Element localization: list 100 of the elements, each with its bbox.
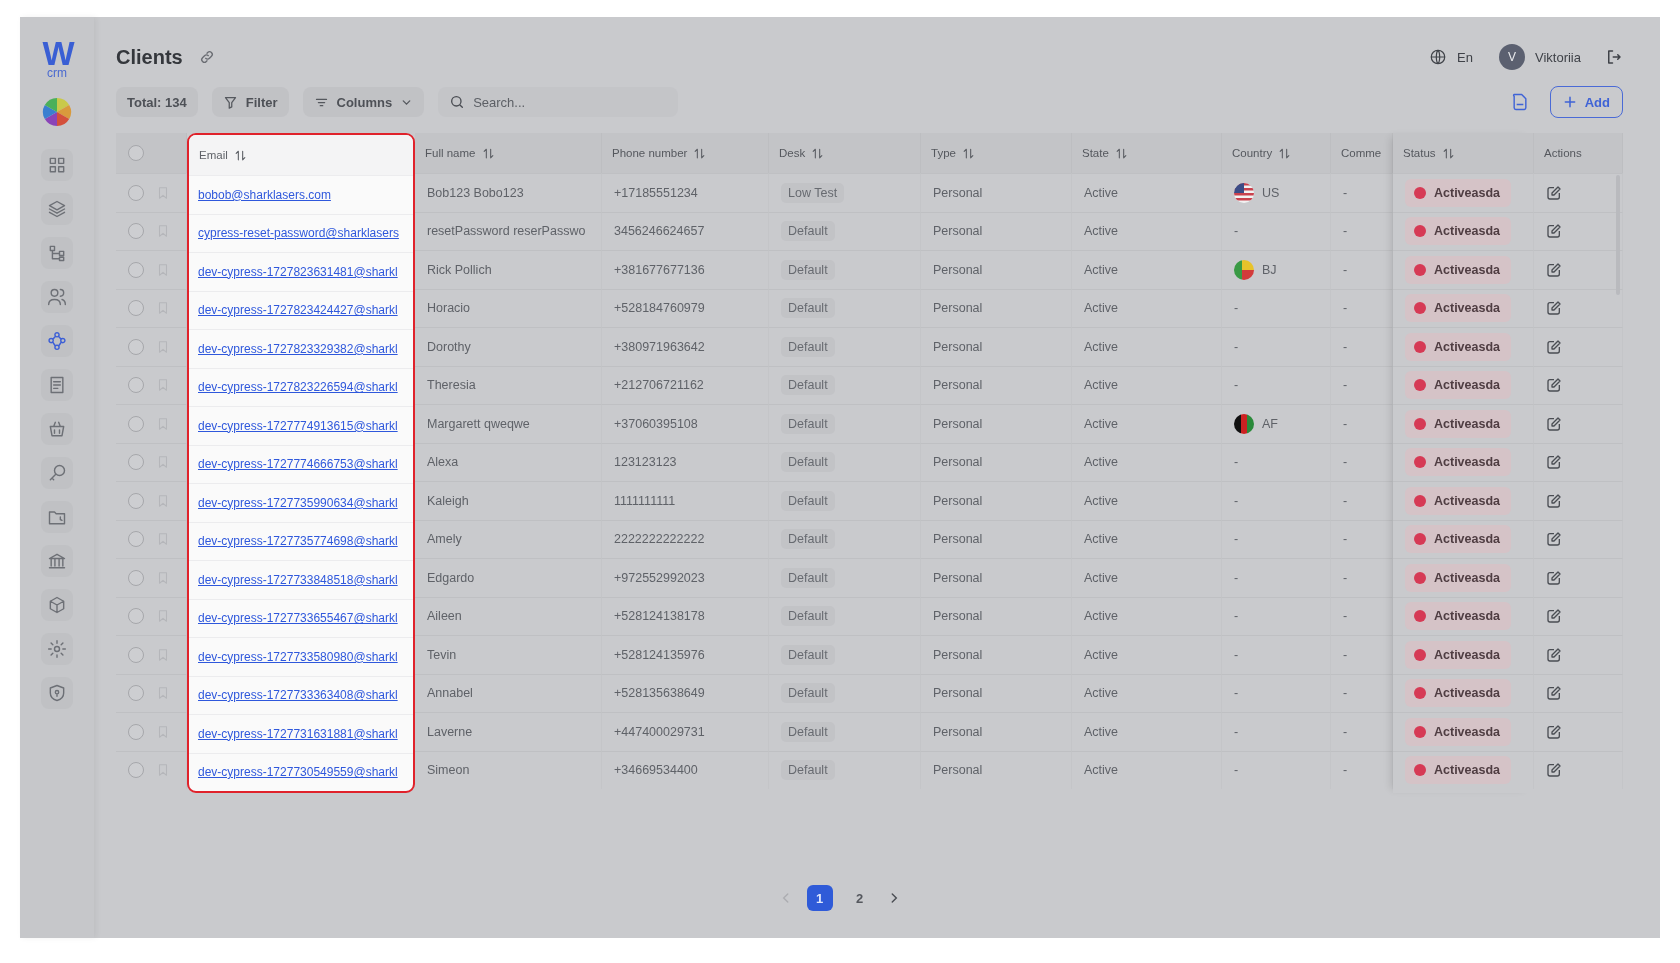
sort-icon[interactable] (481, 146, 495, 160)
edit-icon[interactable] (1546, 608, 1562, 625)
user-name[interactable]: Viktoriia (1535, 49, 1581, 65)
sidebar-item[interactable] (41, 325, 73, 357)
sidebar-item[interactable] (41, 369, 73, 401)
columns-dropdown[interactable]: Columns (302, 87, 425, 117)
sort-icon[interactable] (1441, 146, 1455, 160)
row-checkbox[interactable] (128, 608, 144, 625)
row-checkbox[interactable] (128, 377, 144, 394)
logout-icon[interactable] (1605, 48, 1623, 66)
filter-button[interactable]: Filter (211, 87, 289, 117)
sort-icon[interactable] (961, 146, 975, 160)
sidebar-item[interactable] (41, 281, 73, 313)
edit-icon[interactable] (1546, 569, 1562, 586)
email-link[interactable]: dev-cypress-1727733848518@sharkl (198, 572, 398, 587)
globe-icon[interactable] (1429, 48, 1448, 66)
column-header[interactable]: State (1072, 133, 1222, 173)
email-link[interactable]: dev-cypress-1727774913615@sharkl (198, 418, 398, 433)
row-checkbox[interactable] (128, 492, 144, 509)
email-link[interactable]: dev-cypress-1727823424427@sharkl (198, 303, 398, 318)
select-all-checkbox[interactable] (128, 145, 144, 161)
email-link[interactable]: dev-cypress-1727823631481@sharkl (198, 264, 398, 279)
link-icon[interactable] (198, 49, 215, 65)
email-link[interactable]: dev-cypress-1727735774698@sharkl (198, 534, 398, 549)
edit-icon[interactable] (1546, 377, 1562, 394)
row-checkbox[interactable] (128, 685, 144, 702)
sidebar-item[interactable] (41, 193, 73, 225)
email-link[interactable]: dev-cypress-1727823329382@sharkl (198, 341, 398, 356)
row-checkbox[interactable] (128, 184, 144, 201)
row-checkbox[interactable] (128, 762, 144, 779)
email-link[interactable]: dev-cypress-1727731631881@sharkl (198, 726, 398, 741)
sort-icon[interactable] (233, 148, 247, 162)
status-badge[interactable]: Activeasda (1405, 640, 1511, 669)
sidebar-item[interactable] (41, 237, 73, 269)
edit-icon[interactable] (1546, 531, 1562, 548)
row-checkbox[interactable] (128, 454, 144, 471)
email-link[interactable]: cypress-reset-password@sharklasers (198, 226, 399, 241)
status-badge[interactable]: Activeasda (1405, 371, 1511, 400)
email-link[interactable]: bobob@sharklasers.com (198, 187, 331, 202)
sidebar-item[interactable] (41, 633, 73, 665)
sidebar-item[interactable] (41, 149, 73, 181)
status-badge[interactable]: Activeasda (1405, 409, 1511, 438)
color-wheel-icon[interactable] (42, 97, 72, 127)
sort-icon[interactable] (1278, 146, 1292, 160)
status-badge[interactable]: Activeasda (1405, 294, 1511, 323)
status-badge[interactable]: Activeasda (1405, 525, 1511, 554)
email-link[interactable]: dev-cypress-1727730549559@sharkl (198, 765, 398, 780)
edit-icon[interactable] (1546, 454, 1562, 471)
status-badge[interactable]: Activeasda (1405, 217, 1511, 246)
page-button[interactable]: 1 (806, 885, 833, 911)
status-badge[interactable]: Activeasda (1405, 756, 1511, 785)
sidebar-item[interactable] (41, 457, 73, 489)
language-selector[interactable]: En (1457, 49, 1473, 65)
sidebar-item[interactable] (41, 413, 73, 445)
edit-icon[interactable] (1546, 492, 1562, 509)
search-field[interactable]: Search... (438, 87, 679, 117)
sidebar-item[interactable] (41, 501, 73, 533)
column-header[interactable]: Email (189, 135, 413, 175)
email-link[interactable]: dev-cypress-1727733655467@sharkl (198, 611, 398, 626)
edit-icon[interactable] (1546, 415, 1562, 432)
edit-icon[interactable] (1546, 646, 1562, 663)
sidebar-item[interactable] (41, 545, 73, 577)
column-header[interactable]: Country (1222, 133, 1331, 173)
column-header[interactable]: Comme (1331, 133, 1393, 173)
sort-icon[interactable] (1114, 146, 1128, 160)
column-header[interactable]: Desk (769, 133, 921, 173)
column-header[interactable]: Phone number (602, 133, 769, 173)
row-checkbox[interactable] (128, 261, 144, 278)
page-button[interactable]: 2 (846, 885, 873, 911)
column-header[interactable]: Type (921, 133, 1072, 173)
email-link[interactable]: dev-cypress-1727823226594@sharkl (198, 380, 398, 395)
sort-icon[interactable] (811, 146, 825, 160)
user-avatar[interactable]: V (1499, 44, 1525, 70)
sidebar-item[interactable] (41, 589, 73, 621)
row-checkbox[interactable] (128, 531, 144, 548)
edit-icon[interactable] (1546, 685, 1562, 702)
edit-icon[interactable] (1546, 184, 1562, 201)
row-checkbox[interactable] (128, 338, 144, 355)
edit-icon[interactable] (1546, 723, 1562, 740)
column-header[interactable]: Actions (1534, 133, 1623, 173)
status-badge[interactable]: Activeasda (1405, 486, 1511, 515)
status-badge[interactable]: Activeasda (1405, 448, 1511, 477)
edit-icon[interactable] (1546, 261, 1562, 278)
status-badge[interactable]: Activeasda (1405, 563, 1511, 592)
email-link[interactable]: dev-cypress-1727774666753@sharkl (198, 457, 398, 472)
edit-icon[interactable] (1546, 223, 1562, 240)
column-header[interactable]: Status (1393, 133, 1534, 173)
row-checkbox[interactable] (128, 569, 144, 586)
edit-icon[interactable] (1546, 762, 1562, 779)
edit-icon[interactable] (1546, 300, 1562, 317)
row-checkbox[interactable] (128, 723, 144, 740)
row-checkbox[interactable] (128, 646, 144, 663)
edit-icon[interactable] (1546, 338, 1562, 355)
status-badge[interactable]: Activeasda (1405, 679, 1511, 708)
email-link[interactable]: dev-cypress-1727733363408@sharkl (198, 688, 398, 703)
status-badge[interactable]: Activeasda (1405, 602, 1511, 631)
add-button[interactable]: Add (1549, 86, 1623, 118)
column-header[interactable]: Full name (415, 133, 602, 173)
sidebar-item[interactable] (41, 677, 73, 709)
sort-icon[interactable] (693, 146, 707, 160)
